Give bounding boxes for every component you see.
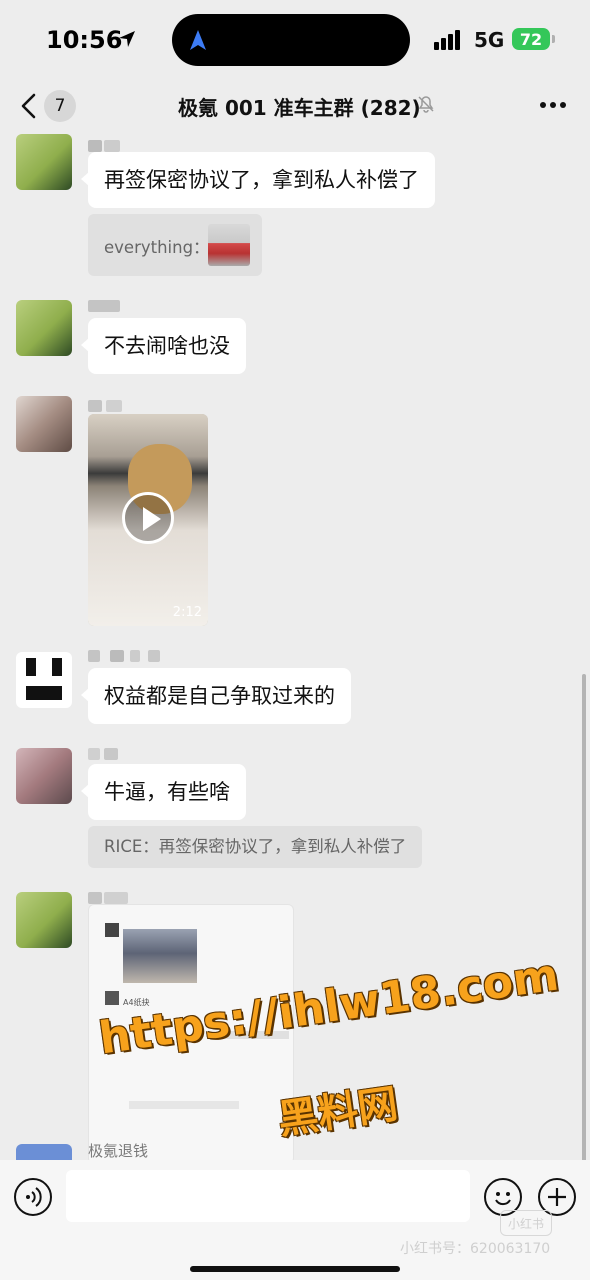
voice-input-button[interactable] [14, 1178, 52, 1216]
preview-avatar [105, 923, 119, 937]
avatar-pattern [26, 658, 36, 676]
watermark: https://ihlw18.com 黑料网 [96, 950, 566, 1144]
dynamic-island [172, 14, 410, 66]
mute-bell-icon [418, 96, 434, 113]
preview-avatar [105, 991, 119, 1005]
voice-icon [26, 1187, 42, 1207]
message-input[interactable] [66, 1170, 470, 1222]
more-options-icon[interactable] [540, 102, 566, 110]
play-icon[interactable] [122, 492, 174, 544]
avatar-pattern [26, 686, 62, 700]
video-duration: 2:12 [172, 605, 202, 620]
unread-badge[interactable]: 7 [44, 90, 76, 122]
input-bar: 小红书 小红书号：620063170 [0, 1160, 590, 1280]
message-bubble[interactable]: 再签保密协议了，拿到私人补偿了 [81, 152, 435, 208]
group-title: 极氪 001 准车主群 (282) [178, 96, 421, 120]
message-bubble[interactable]: 牛逼，有些啥 [81, 764, 246, 820]
preview-photo [123, 929, 197, 983]
navigation-arrow-icon [190, 30, 206, 50]
avatar[interactable] [16, 652, 72, 708]
signal-bars-icon [434, 30, 466, 50]
status-bar: 10:56 5G 72 [0, 0, 590, 80]
home-indicator[interactable] [190, 1266, 400, 1272]
back-chevron-icon[interactable] [18, 92, 40, 120]
quote-text: everything： [104, 238, 210, 257]
scrollbar[interactable] [582, 674, 586, 1160]
message-bubble[interactable]: 不去闹啥也没 [81, 318, 246, 374]
sender-name: 极氪退钱 [88, 1142, 149, 1160]
message-bubble[interactable]: 权益都是自己争取过来的 [81, 668, 351, 724]
location-arrow-icon [119, 31, 135, 47]
xiaohongshu-user-id: 小红书号：620063170 [400, 1241, 551, 1257]
avatar-pattern [52, 658, 62, 676]
quoted-message[interactable]: everything： [88, 214, 262, 276]
avatar[interactable] [16, 300, 72, 356]
avatar[interactable] [16, 892, 72, 948]
avatar[interactable] [16, 134, 72, 190]
quote-thumbnail [208, 224, 250, 266]
battery-level: 72 [512, 28, 550, 50]
network-type: 5G [474, 28, 505, 52]
avatar[interactable] [16, 1144, 72, 1160]
xiaohongshu-logo: 小红书 [500, 1210, 552, 1236]
chat-header: 7 极氪 001 准车主群 (282) [0, 80, 590, 134]
status-time: 10:56 [46, 26, 123, 54]
video-message[interactable]: 2:12 [88, 414, 208, 626]
avatar[interactable] [16, 396, 72, 452]
battery-tip [552, 35, 555, 43]
avatar[interactable] [16, 748, 72, 804]
quoted-message[interactable]: RICE：再签保密协议了，拿到私人补偿了 [88, 826, 423, 868]
